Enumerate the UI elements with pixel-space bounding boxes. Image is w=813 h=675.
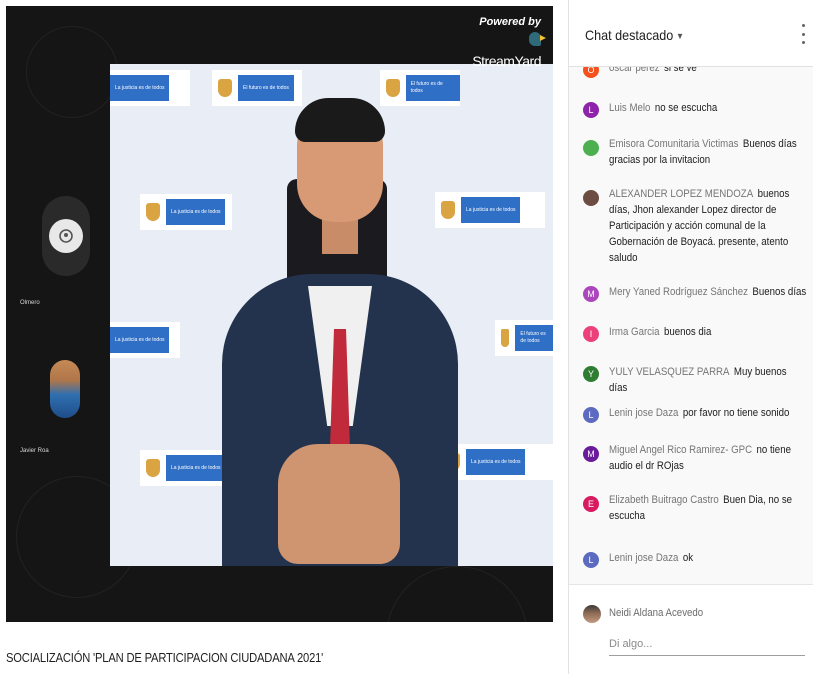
chat-message-list[interactable]: O oscar perez si se ve L Luis Melo no se e… bbox=[569, 56, 813, 584]
chat-author: Elizabeth Buitrago Castro bbox=[609, 494, 719, 506]
participant-name: Javier Roa bbox=[20, 448, 49, 454]
dropdown-caret-icon: ▼ bbox=[675, 31, 684, 41]
current-user-name: Neidi Aldana Acevedo bbox=[609, 607, 704, 619]
chat-author: Miguel Angel Rico Ramirez- GPC bbox=[609, 444, 753, 456]
default-avatar-icon bbox=[49, 219, 83, 253]
video-title: SOCIALIZACIÓN 'PLAN DE PARTICIPACION CIU… bbox=[6, 650, 324, 665]
live-chat-panel: Chat destacado ▼ O oscar perez si se ve L … bbox=[568, 0, 813, 675]
chat-header: Chat destacado ▼ bbox=[569, 0, 813, 67]
chat-avatar: L bbox=[583, 407, 599, 423]
background-banner: La justicia es de todos bbox=[110, 70, 190, 106]
chat-text: no se escucha bbox=[654, 102, 718, 114]
chat-author: Emisora Comunitaria Victimas bbox=[609, 138, 739, 150]
streamyard-logo-icon bbox=[529, 32, 546, 46]
participant-rail: Olmero Javier Roa bbox=[6, 6, 110, 622]
chat-text: buenos dia bbox=[663, 326, 712, 338]
more-options-icon[interactable] bbox=[800, 24, 806, 44]
chat-avatar bbox=[583, 140, 599, 156]
speaker-hands bbox=[278, 444, 400, 564]
chat-avatar bbox=[583, 190, 599, 206]
background-banner: El futuro es de todos bbox=[212, 70, 302, 106]
background-banner: El futuro es de todos bbox=[495, 320, 553, 356]
user-icon bbox=[59, 229, 73, 243]
powered-by-label: Powered by bbox=[479, 16, 541, 28]
chat-avatar: M bbox=[583, 446, 599, 462]
chat-author: YULY VELASQUEZ PARRA bbox=[609, 366, 730, 378]
streamyard-branding: Powered by StreamYard bbox=[472, 16, 546, 69]
speaker-hair bbox=[295, 98, 385, 142]
background-banner: El futuro es de todos bbox=[380, 70, 460, 106]
chat-mode-dropdown[interactable]: Chat destacado ▼ bbox=[585, 27, 684, 43]
chat-avatar: I bbox=[583, 326, 599, 342]
chat-avatar: Y bbox=[583, 366, 599, 382]
chat-author: Luis Melo bbox=[609, 102, 651, 114]
chat-author: Mery Yaned Rodríguez Sánchez bbox=[609, 286, 749, 298]
chat-author: ALEXANDER LOPEZ MENDOZA bbox=[609, 188, 754, 200]
participant-name: Olmero bbox=[20, 300, 40, 306]
chat-avatar: M bbox=[583, 286, 599, 302]
background-swirl bbox=[386, 566, 528, 622]
chat-text: Buenos días bbox=[752, 286, 807, 298]
current-user-avatar bbox=[583, 605, 601, 623]
chat-author: Irma Garcia bbox=[609, 326, 660, 338]
chat-message-input[interactable] bbox=[609, 633, 805, 656]
chat-composer: Neidi Aldana Acevedo bbox=[569, 584, 813, 675]
chat-author: Lenin jose Daza bbox=[609, 552, 679, 564]
main-speaker-video: La justicia es de todos El futuro es de … bbox=[110, 64, 553, 566]
chat-mode-label: Chat destacado bbox=[585, 27, 674, 43]
chat-author: Lenin jose Daza bbox=[609, 407, 679, 419]
chat-text: ok bbox=[682, 552, 694, 564]
background-banner: La justicia es de todos bbox=[140, 194, 232, 230]
background-banner: La justicia es de todos bbox=[435, 192, 545, 228]
video-player[interactable]: Olmero Javier Roa La justicia es de todo… bbox=[6, 6, 553, 622]
chat-avatar: E bbox=[583, 496, 599, 512]
background-banner: La justicia es de todos bbox=[110, 322, 180, 358]
participant-photo bbox=[50, 360, 80, 418]
chat-text: por favor no tiene sonido bbox=[682, 407, 790, 419]
chat-avatar: L bbox=[583, 102, 599, 118]
streamyard-logo-text: StreamYard bbox=[472, 53, 541, 69]
chat-avatar: L bbox=[583, 552, 599, 568]
